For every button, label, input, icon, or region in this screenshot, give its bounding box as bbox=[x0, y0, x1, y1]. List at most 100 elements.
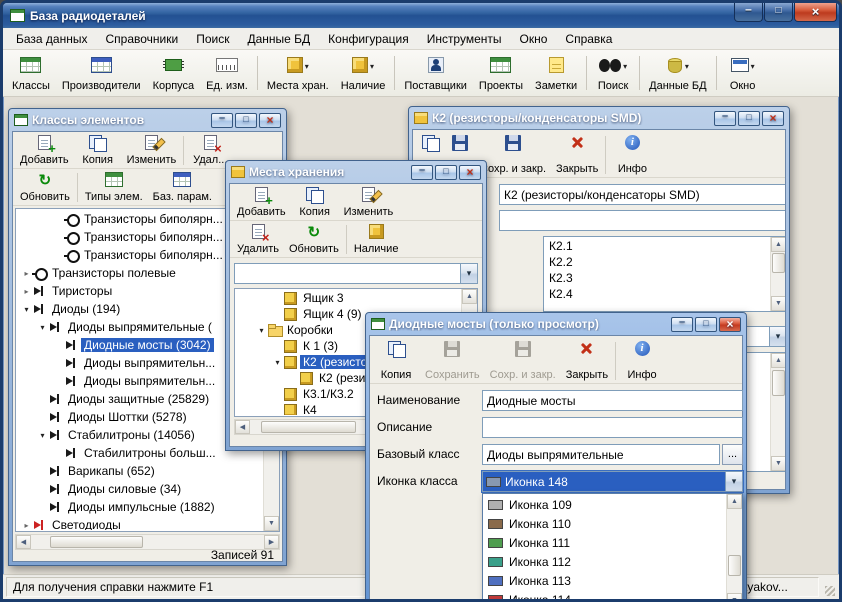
resize-grip[interactable] bbox=[822, 577, 836, 597]
base-class-input[interactable] bbox=[482, 444, 720, 465]
scroll-up-icon[interactable] bbox=[771, 353, 785, 368]
toolbar-button-storage[interactable]: Места хран. bbox=[261, 52, 335, 94]
dropdown-item[interactable]: Иконка 110 bbox=[484, 514, 725, 533]
dropdown-item[interactable]: Иконка 112 bbox=[484, 552, 725, 571]
child-titlebar[interactable]: Диодные мосты (только просмотр) bbox=[369, 313, 743, 335]
close-button[interactable] bbox=[762, 110, 784, 126]
stock-button[interactable]: Наличие bbox=[349, 223, 404, 256]
scroll-down-icon[interactable] bbox=[264, 516, 279, 531]
scrollbar-thumb[interactable] bbox=[260, 421, 356, 433]
menu-item-help[interactable]: Справка bbox=[556, 29, 621, 49]
child-titlebar[interactable]: К2 (резисторы/конденсаторы SMD) bbox=[412, 107, 786, 129]
menu-item-window[interactable]: Окно bbox=[511, 29, 557, 49]
scroll-down-icon[interactable] bbox=[771, 296, 785, 311]
menu-item-configuration[interactable]: Конфигурация bbox=[319, 29, 418, 49]
chevron-down-icon[interactable] bbox=[725, 472, 742, 491]
toolbar-button-suppliers[interactable]: Поставщики bbox=[398, 52, 473, 94]
close-form-button[interactable]: Закрыть bbox=[561, 340, 613, 382]
copy-button[interactable]: Копия bbox=[291, 186, 339, 219]
dropdown-item[interactable]: Иконка 114 bbox=[484, 590, 725, 599]
tree-item[interactable]: Светодиоды bbox=[17, 516, 262, 530]
tree-item[interactable]: Варикапы (652) bbox=[17, 462, 262, 480]
vertical-scrollbar[interactable] bbox=[770, 237, 785, 311]
scroll-right-icon[interactable] bbox=[264, 535, 279, 549]
edit-button[interactable]: Изменить bbox=[339, 186, 399, 219]
expander-icon[interactable] bbox=[256, 326, 267, 335]
chevron-down-icon[interactable] bbox=[751, 58, 755, 72]
expander-icon[interactable] bbox=[21, 287, 32, 296]
toolbar-button-manufacturers[interactable]: Производители bbox=[56, 52, 147, 94]
scrollbar-thumb[interactable] bbox=[49, 536, 143, 548]
chevron-down-icon[interactable] bbox=[370, 58, 374, 72]
storage-filter-combo[interactable] bbox=[234, 263, 478, 284]
tree-item[interactable]: Ящик 3 bbox=[236, 290, 460, 306]
scroll-up-icon[interactable] bbox=[771, 237, 785, 252]
toolbar-button-notes[interactable]: Заметки bbox=[529, 52, 583, 94]
list-item[interactable]: К2.3 bbox=[545, 270, 769, 286]
toolbar-button-dbdata[interactable]: Данные БД bbox=[643, 52, 712, 94]
close-form-button[interactable]: Закрыть bbox=[551, 134, 603, 176]
menu-item-tools[interactable]: Инструменты bbox=[418, 29, 511, 49]
refresh-button[interactable]: Обновить bbox=[284, 223, 344, 256]
list-item[interactable]: К2.2 bbox=[545, 254, 769, 270]
close-button[interactable] bbox=[794, 3, 837, 22]
scrollbar-thumb[interactable] bbox=[772, 369, 785, 397]
toolbar-button-projects[interactable]: Проекты bbox=[473, 52, 529, 94]
menu-item-search[interactable]: Поиск bbox=[187, 29, 238, 49]
toolbar-button-stock[interactable]: Наличие bbox=[335, 52, 392, 94]
delete-button[interactable]: Удалить bbox=[232, 223, 284, 256]
maximize-button[interactable] bbox=[738, 110, 760, 126]
copy-button[interactable]: Копия bbox=[372, 340, 420, 382]
add-button[interactable]: Добавить bbox=[15, 134, 74, 167]
icon-class-combo[interactable]: Иконка 148 bbox=[481, 470, 744, 493]
menu-item-database[interactable]: База данных bbox=[7, 29, 96, 49]
scroll-left-icon[interactable] bbox=[235, 420, 250, 434]
titlebar[interactable]: База радиодеталей bbox=[3, 3, 839, 28]
maximize-button[interactable] bbox=[435, 164, 457, 180]
toolbar-button-packages[interactable]: Корпуса bbox=[147, 52, 201, 94]
scrollbar-thumb[interactable] bbox=[772, 252, 785, 273]
dropdown-item[interactable]: Иконка 109 bbox=[484, 495, 725, 514]
maximize-button[interactable] bbox=[235, 112, 257, 128]
expander-icon[interactable] bbox=[37, 323, 48, 332]
chevron-down-icon[interactable] bbox=[623, 58, 627, 72]
k2-description-input[interactable] bbox=[499, 210, 785, 231]
info-button[interactable]: Инфо bbox=[608, 134, 656, 176]
list-item[interactable]: К2.1 bbox=[545, 238, 769, 254]
chevron-down-icon[interactable] bbox=[769, 327, 785, 346]
name-input[interactable] bbox=[482, 390, 743, 411]
tree-item[interactable]: Диоды силовые (34) bbox=[17, 480, 262, 498]
vertical-scrollbar[interactable] bbox=[726, 494, 742, 599]
scroll-down-icon[interactable] bbox=[727, 593, 742, 599]
toolbar-button-window[interactable]: Окно bbox=[720, 52, 766, 94]
base-params-button[interactable]: Баз. парам. bbox=[148, 171, 217, 204]
expander-icon[interactable] bbox=[37, 431, 48, 440]
toolbar-button-search[interactable]: Поиск bbox=[590, 52, 636, 94]
menu-item-dbdata[interactable]: Данные БД bbox=[238, 29, 319, 49]
scroll-down-icon[interactable] bbox=[771, 456, 785, 471]
expander-icon[interactable] bbox=[21, 269, 32, 278]
minimize-button[interactable] bbox=[411, 164, 433, 180]
chevron-down-icon[interactable] bbox=[460, 264, 477, 283]
dropdown-item[interactable]: Иконка 111 bbox=[484, 533, 725, 552]
description-input[interactable] bbox=[482, 417, 743, 438]
vertical-scrollbar[interactable] bbox=[770, 353, 785, 471]
element-types-button[interactable]: Типы элем. bbox=[80, 171, 148, 204]
menu-item-references[interactable]: Справочники bbox=[96, 29, 187, 49]
expander-icon[interactable] bbox=[21, 521, 32, 530]
edit-button[interactable]: Изменить bbox=[122, 134, 182, 167]
info-button[interactable]: Инфо bbox=[618, 340, 666, 382]
minimize-button[interactable] bbox=[734, 3, 763, 22]
scrollbar-thumb[interactable] bbox=[728, 555, 741, 577]
browse-button[interactable]: ... bbox=[722, 444, 743, 465]
close-button[interactable] bbox=[459, 164, 481, 180]
chevron-down-icon[interactable] bbox=[685, 58, 689, 72]
child-titlebar[interactable]: Места хранения bbox=[229, 161, 483, 183]
expander-icon[interactable] bbox=[272, 358, 283, 367]
tree-item[interactable]: Диоды импульсные (1882) bbox=[17, 498, 262, 516]
copy-button[interactable]: Копия bbox=[74, 134, 122, 167]
scroll-up-icon[interactable] bbox=[727, 494, 742, 509]
list-item[interactable]: К2.4 bbox=[545, 286, 769, 302]
maximize-button[interactable] bbox=[764, 3, 793, 22]
k2-name-input[interactable] bbox=[499, 184, 785, 205]
